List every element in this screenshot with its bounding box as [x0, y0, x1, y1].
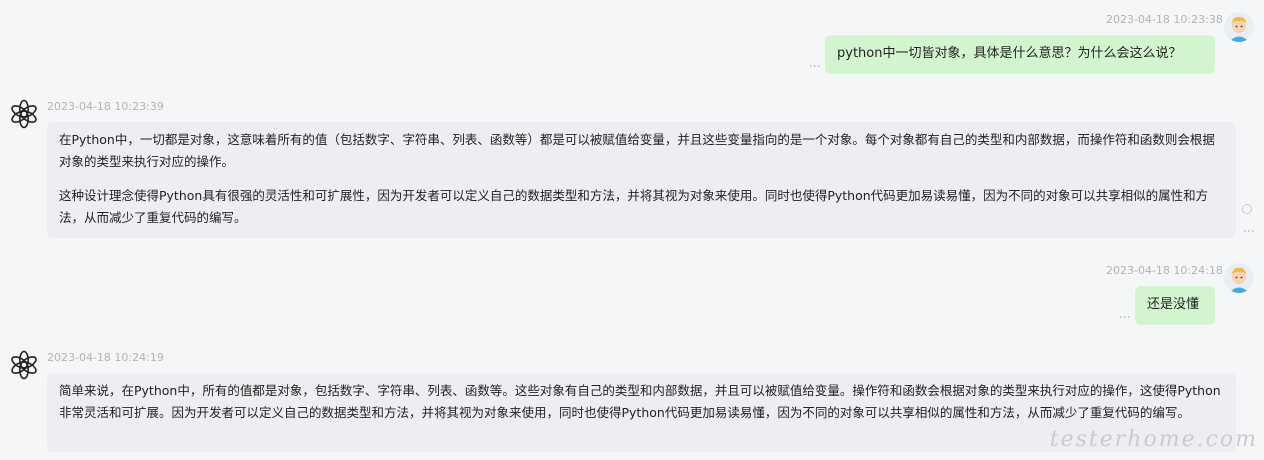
user-message-text: 还是没懂	[1147, 297, 1200, 312]
more-vertical-icon[interactable]: ⋮	[1118, 311, 1132, 321]
message-timestamp: 2023-04-18 10:24:18	[1106, 264, 1223, 277]
openai-logo-icon	[9, 350, 39, 380]
circle-icon[interactable]	[1242, 204, 1252, 214]
user-message-text: python中一切皆对象，具体是什么意思？为什么会这么说？	[837, 46, 1182, 61]
assistant-paragraph: 在Python中，一切都是对象，这意味着所有的值（包括数字、字符串、列表、函数等…	[59, 132, 1215, 169]
more-vertical-icon[interactable]: ⋮	[1242, 225, 1256, 235]
assistant-paragraph: 这种设计理念使得Python具有很强的灵活性和可扩展性，因为开发者可以定义自己的…	[59, 188, 1209, 225]
openai-logo-icon	[9, 99, 39, 129]
watermark: testerhome.com	[1049, 427, 1258, 452]
message-timestamp: 2023-04-18 10:24:19	[47, 351, 164, 364]
user-message-bubble: python中一切皆对象，具体是什么意思？为什么会这么说？	[825, 35, 1215, 74]
message-timestamp: 2023-04-18 10:23:39	[47, 100, 164, 113]
chat-window: 2023-04-18 10:23:38 python中一切皆对象，具体是什么意思…	[0, 0, 1264, 460]
user-avatar-icon	[1224, 263, 1254, 293]
user-message-bubble: 还是没懂	[1135, 286, 1215, 325]
user-avatar-icon	[1224, 12, 1254, 42]
more-vertical-icon[interactable]: ⋮	[808, 60, 822, 70]
assistant-message-bubble: 在Python中，一切都是对象，这意味着所有的值（包括数字、字符串、列表、函数等…	[47, 122, 1236, 238]
message-timestamp: 2023-04-18 10:23:38	[1106, 13, 1223, 26]
assistant-paragraph: 简单来说，在Python中，所有的值都是对象，包括数字、字符串、列表、函数等。这…	[59, 383, 1221, 420]
